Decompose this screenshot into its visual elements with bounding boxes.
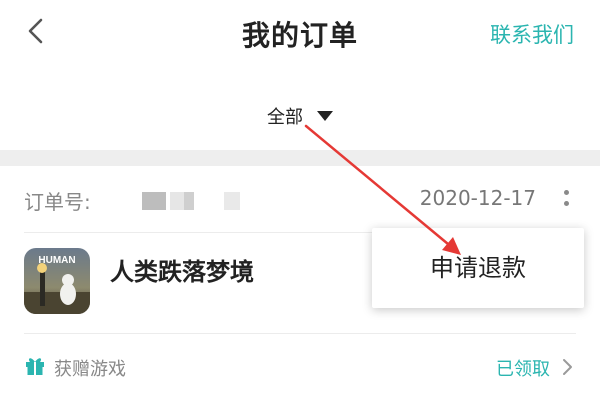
gift-row[interactable]: 获赠游戏 已领取 [24,352,576,382]
more-vertical-icon[interactable] [562,188,570,212]
order-number-mask [224,192,240,210]
refund-request-button[interactable]: 申请退款 [372,228,584,308]
game-icon[interactable]: HUMAN [24,248,90,314]
filter-dropdown[interactable]: 全部 [0,103,600,129]
gift-status[interactable]: 已领取 [496,355,550,381]
arrow-line [304,124,450,246]
order-date: 2020-12-17 [419,186,536,210]
order-number-label: 订单号: [24,190,91,214]
contact-us-link[interactable]: 联系我们 [490,19,574,49]
chevron-right-icon[interactable] [560,357,574,377]
order-number-mask [170,192,184,210]
caret-down-icon [317,111,333,121]
game-icon-title: HUMAN [38,255,75,266]
order-header: 订单号: 2020-12-17 [24,186,576,214]
section-divider [0,150,600,166]
game-artwork: HUMAN [24,248,90,314]
game-name[interactable]: 人类跌落梦境 [110,252,254,287]
header-bar: 我的订单 联系我们 [0,0,600,70]
gift-icon [26,358,44,375]
context-menu: 申请退款 [372,228,584,308]
divider [24,333,576,334]
order-number-mask [184,192,194,210]
gift-label: 获赠游戏 [54,359,126,380]
order-number-mask [142,192,166,210]
filter-label: 全部 [267,107,303,128]
